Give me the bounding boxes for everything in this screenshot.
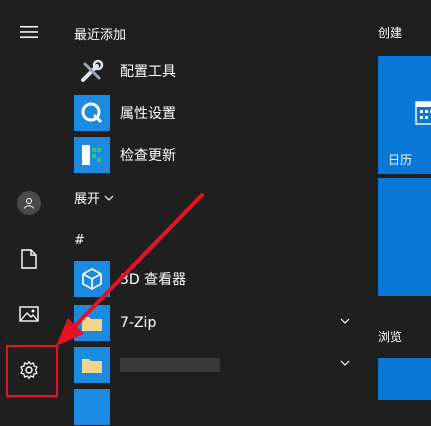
hash-section-header[interactable]: # <box>74 233 85 248</box>
app-item-7zip[interactable]: 7-Zip <box>74 304 354 342</box>
calendar-tile-label: 日历 <box>388 153 413 167</box>
app-item-config-tool[interactable]: 配置工具 <box>74 52 354 90</box>
app-item-properties[interactable]: 属性设置 <box>74 94 354 132</box>
browse-tile[interactable] <box>378 358 431 400</box>
app-list: 最近添加 配置工具 属性设置 检查更新 展开 # 3D 查看器 7-Zip <box>58 0 364 425</box>
tools-icon <box>74 53 110 89</box>
app-label: 配置工具 <box>120 64 176 80</box>
hamburger-icon <box>20 26 38 38</box>
expand-label: 展开 <box>74 192 101 207</box>
recent-section-title: 最近添加 <box>74 28 127 43</box>
update-icon <box>74 137 110 173</box>
app-label: 7-Zip <box>120 315 157 331</box>
folder-icon <box>74 347 110 383</box>
calendar-icon <box>415 101 431 125</box>
calendar-tile[interactable]: 日历 <box>378 56 431 174</box>
menu-button[interactable] <box>0 10 58 54</box>
user-icon <box>24 198 34 209</box>
tiles-panel: 创建 日历 浏览 <box>364 0 431 400</box>
document-icon <box>21 249 37 269</box>
app-item-check-update[interactable]: 检查更新 <box>74 136 354 174</box>
folder-icon <box>74 389 110 425</box>
picture-icon <box>19 306 39 322</box>
user-button[interactable] <box>0 181 58 225</box>
app-label: 检查更新 <box>120 148 176 164</box>
chevron-down-icon[interactable] <box>340 358 350 368</box>
chevron-down-icon[interactable] <box>340 316 350 326</box>
tile-group-create: 创建 <box>378 26 403 40</box>
chevron-down-icon <box>104 195 114 201</box>
pictures-button[interactable] <box>0 292 58 336</box>
app-item-3d-viewer[interactable]: 3D 查看器 <box>74 260 354 298</box>
tile-group-browse: 浏览 <box>378 330 403 344</box>
app-tile[interactable] <box>378 178 431 296</box>
app-item-folder[interactable] <box>74 346 354 384</box>
q-icon <box>74 95 110 131</box>
app-label: 3D 查看器 <box>120 272 187 288</box>
folder-icon <box>74 305 110 341</box>
app-item-partial[interactable] <box>74 388 354 426</box>
cube-icon <box>74 261 110 297</box>
avatar <box>17 191 41 215</box>
expand-toggle[interactable]: 展开 <box>74 188 114 207</box>
blurred-app-label <box>120 358 220 372</box>
documents-button[interactable] <box>0 237 58 281</box>
left-rail <box>0 0 58 400</box>
app-label: 属性设置 <box>120 106 176 122</box>
settings-highlight-box <box>6 345 58 397</box>
